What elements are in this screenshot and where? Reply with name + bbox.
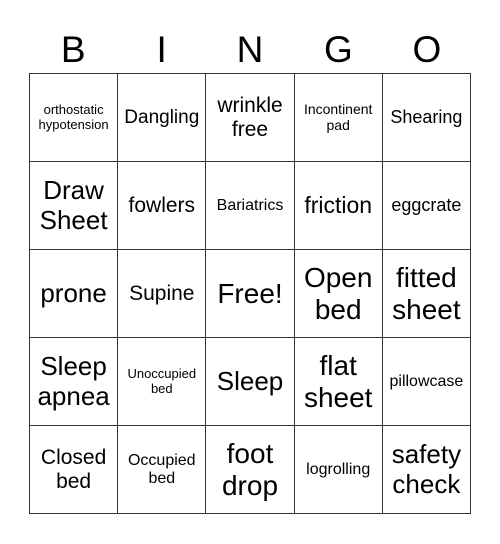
bingo-cell[interactable]: Incontinent pad xyxy=(294,74,383,162)
bingo-cell[interactable]: wrinkle free xyxy=(206,74,295,162)
header-letter-o: O xyxy=(412,29,442,70)
bingo-cell[interactable]: Sleep apnea xyxy=(30,338,119,426)
bingo-cell[interactable]: logrolling xyxy=(294,426,383,514)
header-letter-g: G xyxy=(324,29,353,70)
bingo-cell[interactable]: eggcrate xyxy=(382,162,471,250)
bingo-cell[interactable]: Bariatrics xyxy=(206,162,295,250)
free-space-cell[interactable]: Free! xyxy=(206,250,295,338)
bingo-header: B I N G O xyxy=(29,28,471,72)
bingo-cell[interactable]: Dangling xyxy=(118,74,207,162)
bingo-cell[interactable]: Shearing xyxy=(382,74,471,162)
bingo-cell[interactable]: flat sheet xyxy=(294,338,383,426)
header-letter-i: I xyxy=(156,29,167,70)
bingo-cell[interactable]: Draw Sheet xyxy=(30,162,119,250)
header-letter-n: N xyxy=(236,29,264,70)
bingo-cell[interactable]: Unoccupied bed xyxy=(118,338,207,426)
bingo-cell[interactable]: prone xyxy=(30,250,119,338)
bingo-cell[interactable]: Supine xyxy=(118,250,207,338)
bingo-cell[interactable]: Closed bed xyxy=(30,426,119,514)
bingo-cell[interactable]: foot drop xyxy=(206,426,295,514)
bingo-cell[interactable]: Open bed xyxy=(294,250,383,338)
header-letter-b: B xyxy=(60,29,86,70)
bingo-cell[interactable]: pillowcase xyxy=(382,338,471,426)
bingo-cell[interactable]: fowlers xyxy=(118,162,207,250)
bingo-grid: orthostatic hypotension Dangling wrinkle… xyxy=(29,73,471,514)
bingo-cell[interactable]: orthostatic hypotension xyxy=(30,74,119,162)
bingo-cell[interactable]: fitted sheet xyxy=(382,250,471,338)
bingo-cell[interactable]: Occupied bed xyxy=(118,426,207,514)
bingo-cell[interactable]: friction xyxy=(294,162,383,250)
bingo-cell[interactable]: Sleep xyxy=(206,338,295,426)
bingo-cell[interactable]: safety check xyxy=(382,426,471,514)
